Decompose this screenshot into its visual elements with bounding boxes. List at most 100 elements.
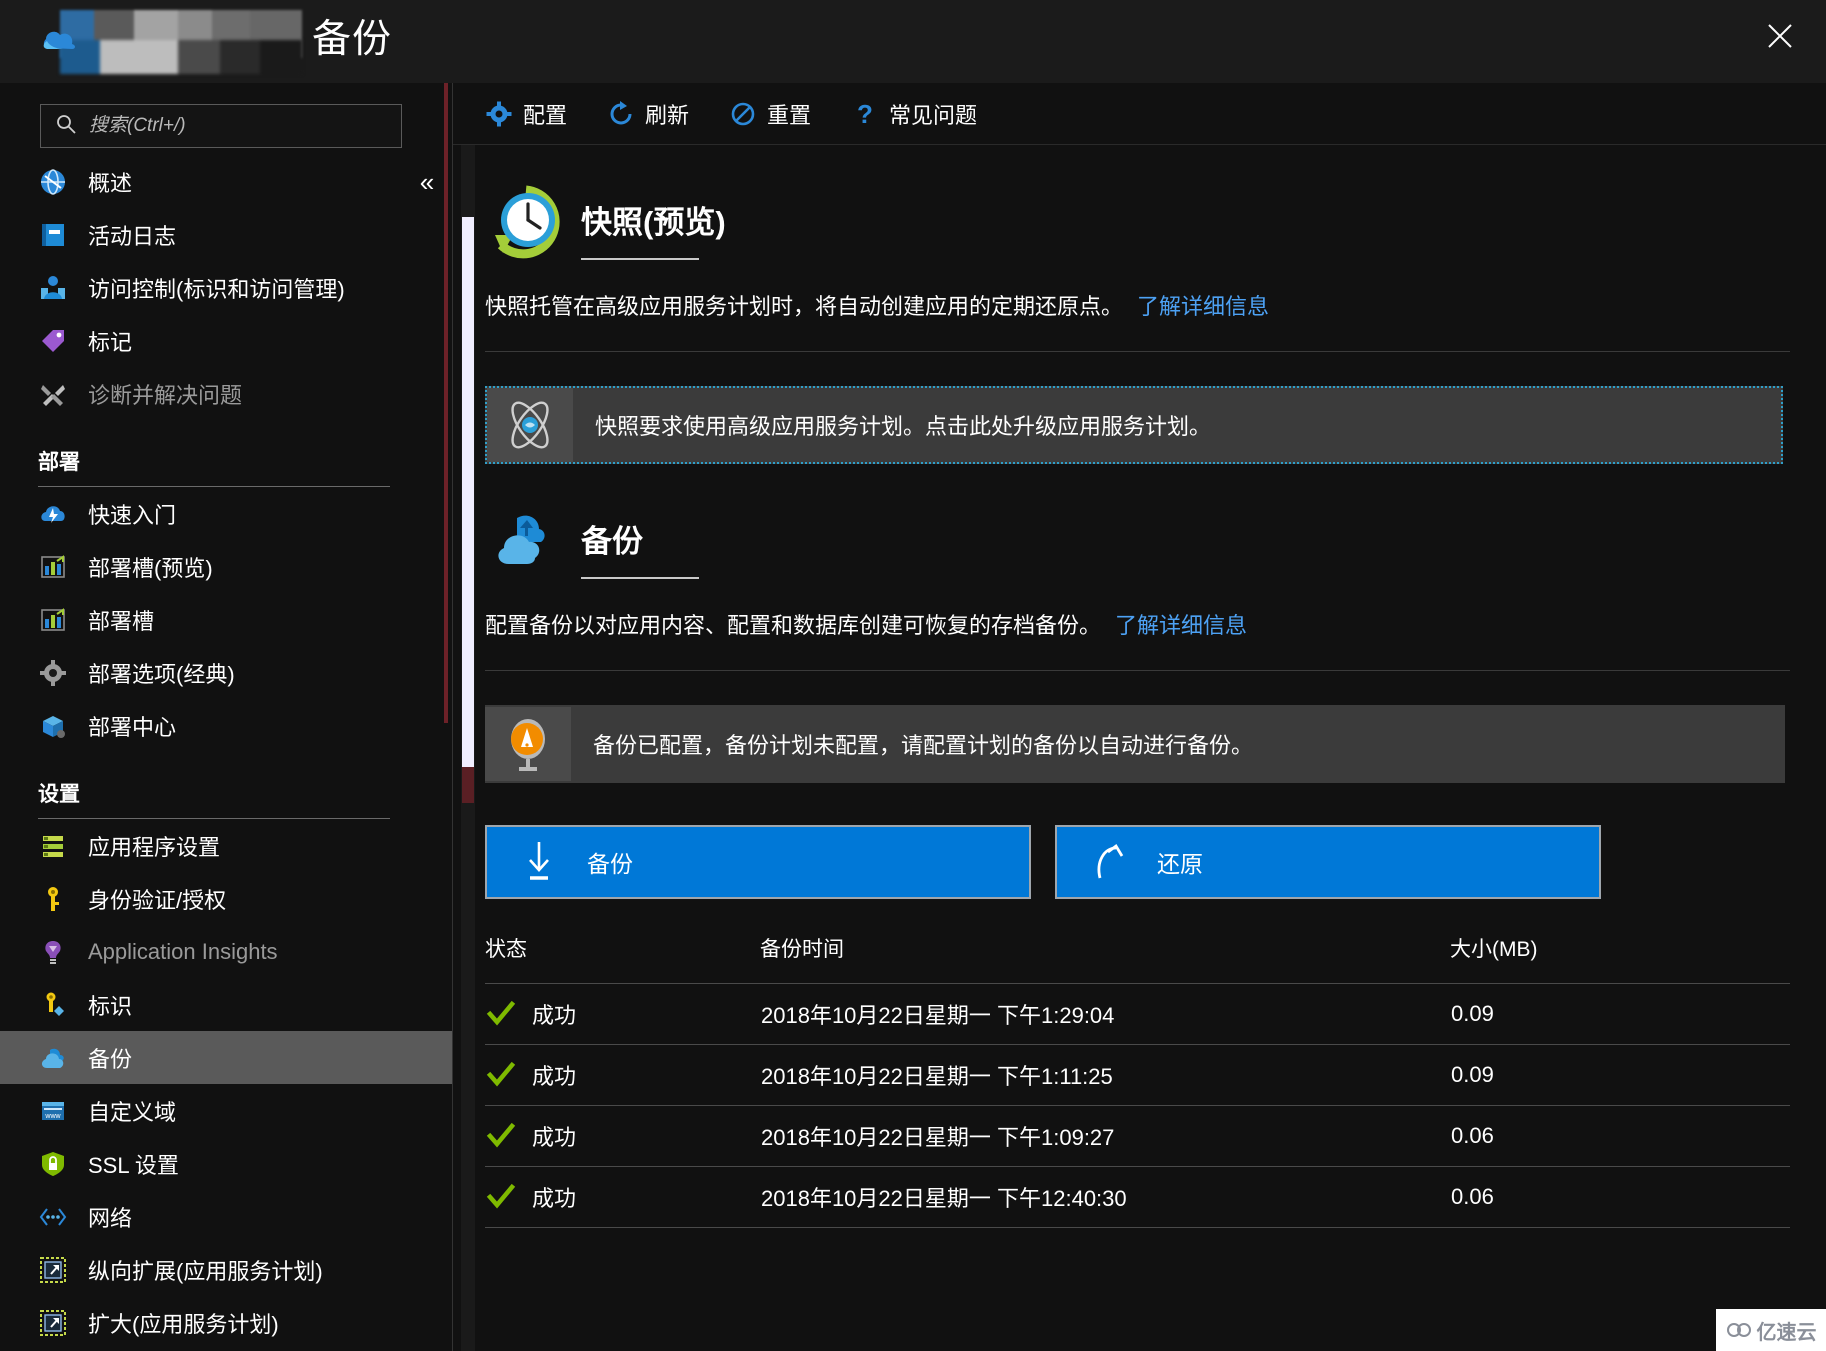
redacted-app-name-block-2 xyxy=(60,40,302,74)
sidebar-group-1: 设置 xyxy=(0,778,452,819)
snapshot-description-row: 快照托管在高级应用服务计划时，将自动创建应用的定期还原点。 了解详细信息 xyxy=(485,289,1805,321)
sidebar-item-5[interactable]: www 自定义域 xyxy=(0,1084,452,1137)
quickstart-cloud-icon xyxy=(38,499,68,529)
app-service-logo-icon xyxy=(38,18,84,64)
sidebar-item-3[interactable]: 部署选项(经典) xyxy=(0,646,452,699)
sidebar-item-2[interactable]: Application Insights xyxy=(0,925,452,978)
sidebar-item-1[interactable]: 部署槽(预览) xyxy=(0,540,452,593)
backup-description-row: 配置备份以对应用内容、配置和数据库创建可恢复的存档备份。 了解详细信息 xyxy=(485,608,1805,640)
sidebar-item-label: 网络 xyxy=(88,1205,133,1231)
table-row[interactable]: 成功 2018年10月22日星期一 下午1:29:04 0.09 xyxy=(485,983,1790,1045)
command-toolbar: 配置 刷新 重置? 常见问题 xyxy=(453,83,1826,145)
backup-title-underline xyxy=(581,577,699,579)
toolbar-button-label: 配置 xyxy=(523,102,568,128)
backup-section-header: 备份 xyxy=(485,500,1805,582)
key-icon xyxy=(38,884,68,914)
warning-icon xyxy=(485,707,571,781)
sidebar-item-label: 部署中心 xyxy=(88,714,177,740)
toolbar-button-2[interactable]: 重置 xyxy=(729,98,811,130)
sidebar-item-label: 访问控制(标识和访问管理) xyxy=(88,276,345,302)
sidebar-item-6[interactable]: SSL 设置 xyxy=(0,1137,452,1190)
sidebar-item-3[interactable]: 标识 xyxy=(0,978,452,1031)
cell-time: 2018年10月22日星期一 下午1:09:27 xyxy=(760,1105,1450,1167)
sidebar-item-label: 活动日志 xyxy=(88,223,177,249)
backup-warning-banner: 备份已配置，备份计划未配置，请配置计划的备份以自动进行备份。 xyxy=(485,705,1785,783)
content-area: 配置 刷新 重置? 常见问题 快照(预览) 快照托管在高级应用服务计划时，将自动… xyxy=(453,83,1826,1351)
sidebar-item-1[interactable]: 活动日志 xyxy=(0,208,452,261)
cell-time: 2018年10月22日星期一 下午1:11:25 xyxy=(760,1044,1450,1106)
cell-size: 0.06 xyxy=(1450,1105,1790,1167)
backup-divider xyxy=(485,670,1790,671)
sidebar-item-9[interactable]: 扩大(应用服务计划) xyxy=(0,1296,452,1349)
watermark-text: 亿速云 xyxy=(1756,1321,1817,1344)
column-header-size[interactable]: 大小(MB) xyxy=(1450,933,1790,984)
sidebar-item-3[interactable]: 标记 xyxy=(0,314,452,367)
backup-panel: 快照(预览) 快照托管在高级应用服务计划时，将自动创建应用的定期还原点。 了解详… xyxy=(461,145,1805,1351)
sidebar-item-4[interactable]: 部署中心 xyxy=(0,699,452,752)
search-icon xyxy=(55,113,77,140)
search-box[interactable] xyxy=(40,104,402,148)
sidebar-item-label: 自定义域 xyxy=(88,1099,177,1125)
backup-banner-text: 备份已配置，备份计划未配置，请配置计划的备份以自动进行备份。 xyxy=(593,733,1254,758)
sidebar-item-label: 快速入门 xyxy=(88,502,177,528)
table-row[interactable]: 成功 2018年10月22日星期一 下午12:40:30 0.06 xyxy=(485,1166,1790,1228)
cell-time: 2018年10月22日星期一 下午12:40:30 xyxy=(760,1166,1450,1228)
cell-status: 成功 xyxy=(485,1044,760,1106)
sidebar-item-label: 身份验证/授权 xyxy=(88,887,227,913)
restore-icon xyxy=(1081,840,1137,884)
block-icon xyxy=(729,100,757,128)
check-icon xyxy=(486,1121,516,1151)
column-header-time[interactable]: 备份时间 xyxy=(760,933,1450,984)
sidebar-item-0[interactable]: 快速入门 xyxy=(0,487,452,540)
table-row[interactable]: 成功 2018年10月22日星期一 下午1:09:27 0.06 xyxy=(485,1105,1790,1167)
restore-button[interactable]: 还原 xyxy=(1055,825,1601,899)
table-row[interactable]: 成功 2018年10月22日星期一 下午1:11:25 0.09 xyxy=(485,1044,1790,1106)
sidebar-item-4[interactable]: 诊断并解决问题 xyxy=(0,367,452,420)
snapshot-title-wrap: 快照(预览) xyxy=(581,181,726,260)
sidebar-nav: 概述活动日志访问控制(标识和访问管理) 标记诊断并解决问题部署快速入门部署槽(预览… xyxy=(0,155,452,1349)
sidebar-item-2[interactable]: 访问控制(标识和访问管理) xyxy=(0,261,452,314)
sidebar-item-label: Application Insights xyxy=(88,938,278,964)
sidebar-item-label: 标记 xyxy=(88,329,133,355)
sidebar-item-0[interactable]: 概述 xyxy=(0,155,452,208)
cell-status: 成功 xyxy=(485,1166,760,1228)
sidebar-group-0: 部署 xyxy=(0,446,452,487)
toolbar-button-label: 常见问题 xyxy=(889,102,978,128)
question-icon: ? xyxy=(851,100,879,128)
check-icon xyxy=(486,1060,516,1090)
snapshot-title-underline xyxy=(581,258,699,260)
backup-learn-more-link[interactable]: 了解详细信息 xyxy=(1115,608,1247,640)
sidebar-item-4[interactable]: 备份 xyxy=(0,1031,452,1084)
sidebar-item-2[interactable]: 部署槽 xyxy=(0,593,452,646)
backup-button[interactable]: 备份 xyxy=(485,825,1031,899)
snapshot-upgrade-banner[interactable]: 快照要求使用高级应用服务计划。点击此处升级应用服务计划。 xyxy=(485,386,1783,464)
snapshot-learn-more-link[interactable]: 了解详细信息 xyxy=(1137,289,1269,321)
deployment-center-icon xyxy=(38,711,68,741)
content-scrollbar-thumb-secondary[interactable] xyxy=(462,767,474,803)
backup-button-label: 备份 xyxy=(587,851,633,877)
backup-history-table: 状态 备份时间 大小(MB) 成功 2018年10月22日星期一 下午1:29:0… xyxy=(485,933,1790,1228)
restore-button-label: 还原 xyxy=(1157,851,1203,877)
sidebar: « 概述活动日志访问控制(标识和访问管理)标记诊断并解决问题部署快速入门部署槽(… xyxy=(0,83,453,1351)
sidebar-item-label: 纵向扩展(应用服务计划) xyxy=(88,1258,323,1284)
close-icon[interactable] xyxy=(1756,12,1804,60)
identity-key-icon xyxy=(38,990,68,1020)
toolbar-button-1[interactable]: 刷新 xyxy=(607,98,689,130)
sidebar-item-8[interactable]: 纵向扩展(应用服务计划) xyxy=(0,1243,452,1296)
sidebar-item-1[interactable]: 身份验证/授权 xyxy=(0,872,452,925)
svg-text:www: www xyxy=(44,1113,61,1120)
svg-text:?: ? xyxy=(857,100,873,128)
search-input[interactable] xyxy=(87,114,361,138)
refresh-icon xyxy=(607,100,635,128)
cloud-glyph-icon xyxy=(1726,1323,1751,1337)
wrench-icon xyxy=(38,379,68,409)
deployment-slot-icon xyxy=(38,605,68,635)
sidebar-item-0[interactable]: 应用程序设置 xyxy=(0,819,452,872)
toolbar-button-3[interactable]: ? 常见问题 xyxy=(851,98,977,130)
backup-description: 配置备份以对应用内容、配置和数据库创建可恢复的存档备份。 xyxy=(485,613,1102,638)
content-scrollbar-thumb[interactable] xyxy=(462,217,474,767)
toolbar-button-0[interactable]: 配置 xyxy=(485,98,567,130)
sidebar-item-7[interactable]: 网络 xyxy=(0,1190,452,1243)
column-header-status[interactable]: 状态 xyxy=(485,933,760,984)
cell-size: 0.06 xyxy=(1450,1166,1790,1228)
